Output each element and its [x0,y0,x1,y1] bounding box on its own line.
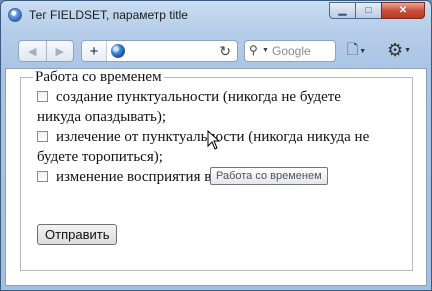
chevron-down-icon: ▼ [359,47,367,55]
window-controls: ▁ □ ✕ [329,2,425,20]
search-engine-dropdown-icon[interactable]: ▼ [262,47,269,54]
browser-icon [8,8,22,22]
option-2-label-line2: будете торопиться); [37,149,163,165]
search-box[interactable]: ⚲ ▼ Google [244,40,336,62]
back-forward-group: ◀ ▶ [18,40,74,62]
window-title: Тег FIELDSET, параметр title [29,8,188,22]
address-bar[interactable]: + ↻ [81,40,238,62]
minimize-button[interactable]: ▁ [329,2,355,19]
new-tab-button[interactable]: + [82,41,107,61]
page-content: Работа со временем создание пунктуальнос… [5,68,427,286]
maximize-icon: □ [365,5,372,16]
back-button[interactable]: ◀ [19,41,46,61]
search-placeholder: Google [272,44,311,58]
option-1-label-line2: никуда опаздывать); [37,109,166,125]
option-1-checkbox[interactable] [37,91,48,102]
option-3-checkbox[interactable] [37,171,48,182]
submit-button[interactable]: Отправить [37,224,118,245]
option-1: создание пунктуальности (никогда не буде… [37,87,407,127]
fieldset-legend: Работа со временем [33,69,164,86]
maximize-button[interactable]: □ [355,2,381,19]
forward-arrow-icon: ▶ [55,45,64,58]
forward-button[interactable]: ▶ [45,41,74,61]
page-icon: 🗋 [347,41,359,57]
option-2: излечение от пунктуальности (никогда ник… [37,127,407,167]
globe-icon [111,44,125,58]
browser-window: Тег FIELDSET, параметр title ▁ □ ✕ ◀ ▶ +… [0,0,432,291]
mouse-cursor-icon [207,130,221,150]
navigation-toolbar: ◀ ▶ + ↻ ⚲ ▼ Google 🗋 ▼ ⚙ ▼ [5,32,427,68]
plus-icon: + [89,42,99,60]
tools-menu-button[interactable]: ⚙ ▼ [387,38,421,62]
tooltip: Работа со временем [210,167,328,185]
close-button[interactable]: ✕ [381,2,425,19]
page-menu-button[interactable]: 🗋 ▼ [347,40,377,62]
option-1-label-line1: создание пунктуальности (никогда не буде… [56,89,341,105]
minimize-icon: ▁ [338,5,347,16]
reload-icon[interactable]: ↻ [219,43,231,60]
close-icon: ✕ [398,5,408,16]
title-bar: Тег FIELDSET, параметр title ▁ □ ✕ [1,1,431,31]
option-2-checkbox[interactable] [37,131,48,142]
search-icon: ⚲ [249,43,258,57]
chevron-down-icon: ▼ [404,46,412,54]
gear-icon: ⚙ [387,39,404,60]
back-arrow-icon: ◀ [28,45,37,58]
